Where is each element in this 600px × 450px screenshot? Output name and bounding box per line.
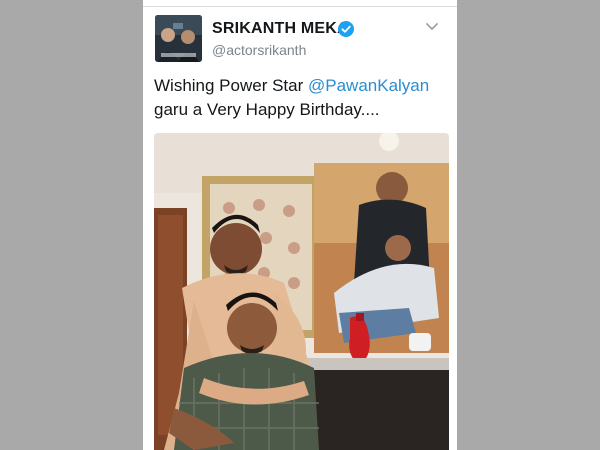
verified-badge-icon bbox=[338, 21, 354, 37]
mention-link[interactable]: @PawanKalyan bbox=[308, 76, 429, 95]
chevron-down-icon[interactable] bbox=[425, 22, 439, 32]
tweet-photo[interactable] bbox=[154, 133, 449, 450]
tweet-text: Wishing Power Star @PawanKalyan garu a V… bbox=[154, 74, 450, 122]
avatar[interactable] bbox=[155, 15, 202, 62]
divider bbox=[143, 6, 457, 7]
tweet-text-part2: garu a Very Happy Birthday.... bbox=[154, 100, 380, 119]
author-name[interactable]: SRIKANTH MEKA bbox=[212, 20, 349, 38]
tweet-card: SRIKANTH MEKA @actorsrikanth Wishing Pow… bbox=[143, 0, 457, 450]
author-handle[interactable]: @actorsrikanth bbox=[212, 42, 306, 58]
tweet-text-part1: Wishing Power Star bbox=[154, 76, 308, 95]
